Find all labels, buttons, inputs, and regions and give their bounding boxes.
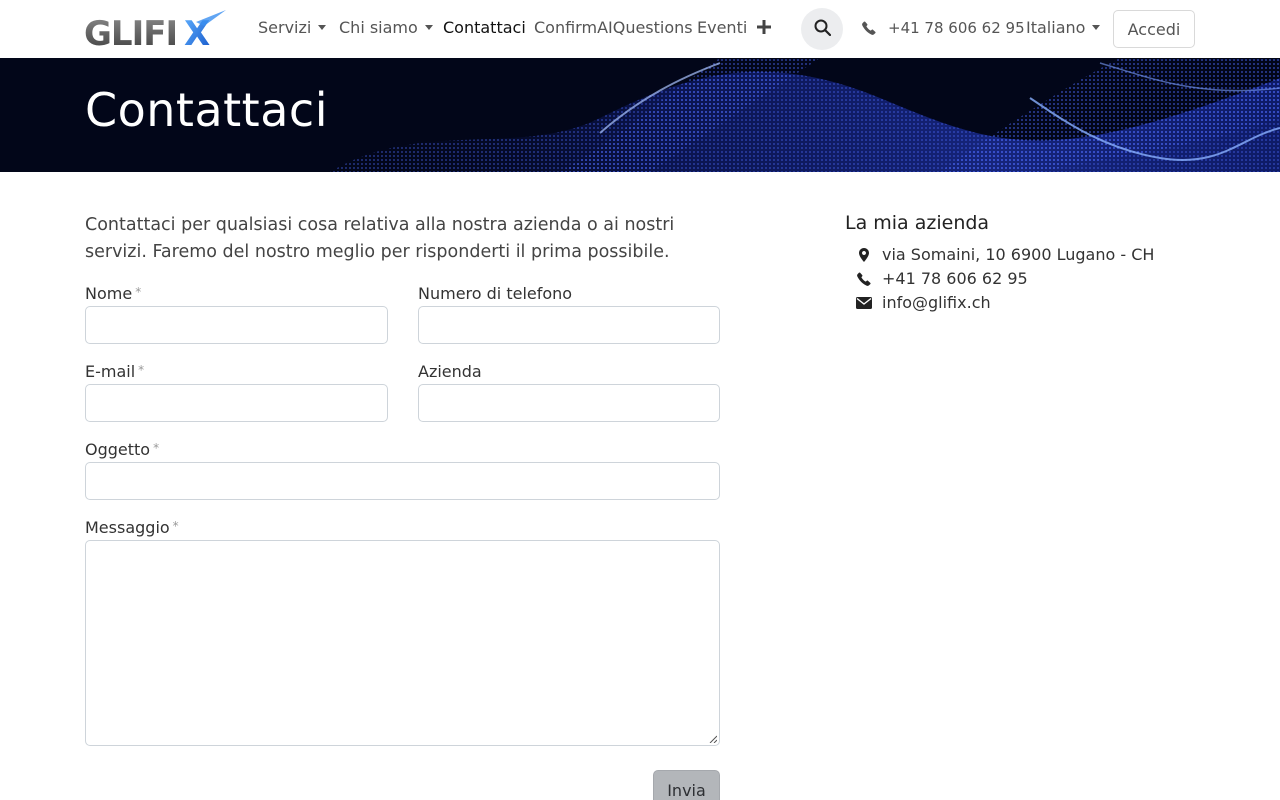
message-label-text: Messaggio xyxy=(85,518,170,537)
required-mark: * xyxy=(153,441,160,455)
subject-label: Oggetto * xyxy=(85,440,159,459)
nav-eventi-label: Eventi xyxy=(697,18,748,37)
company-phone-text: +41 78 606 62 95 xyxy=(882,269,1028,288)
email-label: E-mail * xyxy=(85,362,144,381)
header-phone-link[interactable]: +41 78 606 62 95 xyxy=(862,19,1025,37)
email-label-text: E-mail xyxy=(85,362,136,381)
page-title: Contattaci xyxy=(85,83,328,137)
search-button[interactable] xyxy=(801,8,843,50)
subject-input[interactable] xyxy=(85,462,720,500)
page-banner: Contattaci xyxy=(0,58,1280,172)
company-phone[interactable]: +41 78 606 62 95 xyxy=(855,269,1028,288)
language-selector[interactable]: Italiano xyxy=(1026,18,1101,37)
caret-down-icon xyxy=(318,25,327,30)
top-navbar: GLIFI X Servizi Chi siamo Contattaci Con… xyxy=(0,0,1280,58)
phone-input[interactable] xyxy=(418,306,720,344)
name-input[interactable] xyxy=(85,306,388,344)
caret-down-icon xyxy=(1092,25,1101,30)
header-phone-text: +41 78 606 62 95 xyxy=(888,19,1025,37)
nav-contattaci-label: Contattaci xyxy=(443,18,526,37)
svg-text:GLIFI: GLIFI xyxy=(84,14,177,48)
subject-label-text: Oggetto xyxy=(85,440,151,459)
plus-icon[interactable] xyxy=(757,19,771,38)
phone-label-text: Numero di telefono xyxy=(418,284,573,303)
message-textarea[interactable] xyxy=(85,540,720,746)
map-marker-icon xyxy=(855,247,873,263)
phone-label: Numero di telefono xyxy=(418,284,572,303)
phone-icon xyxy=(862,21,876,35)
company-address: via Somaini, 10 6900 Lugano - CH xyxy=(855,245,1154,264)
company-title: La mia azienda xyxy=(845,212,990,234)
nav-chi-siamo-label: Chi siamo xyxy=(339,18,418,37)
submit-button[interactable]: Invia xyxy=(653,770,720,800)
company-label-text: Azienda xyxy=(418,362,482,381)
envelope-icon xyxy=(855,295,873,311)
nav-chi-siamo[interactable]: Chi siamo xyxy=(339,18,433,37)
message-label: Messaggio * xyxy=(85,518,179,537)
company-email-text: info@glifix.ch xyxy=(882,293,991,312)
company-input[interactable] xyxy=(418,384,720,422)
required-mark: * xyxy=(172,519,179,533)
nav-confirmaiquestions-label: ConfirmAIQuestions xyxy=(534,18,693,37)
caret-down-icon xyxy=(424,25,433,30)
company-email[interactable]: info@glifix.ch xyxy=(855,293,991,312)
required-mark: * xyxy=(138,363,145,377)
name-label: Nome * xyxy=(85,284,141,303)
nav-confirmaiquestions[interactable]: ConfirmAIQuestions xyxy=(534,18,693,37)
glifix-logo[interactable]: GLIFI X xyxy=(84,8,229,54)
intro-text: Contattaci per qualsiasi cosa relativa a… xyxy=(85,215,675,262)
nav-eventi[interactable]: Eventi xyxy=(697,18,747,37)
phone-icon xyxy=(855,271,873,287)
resize-handle-icon[interactable] xyxy=(709,735,717,743)
nav-servizi-label: Servizi xyxy=(258,18,312,37)
name-label-text: Nome xyxy=(85,284,133,303)
email-input[interactable] xyxy=(85,384,388,422)
nav-servizi[interactable]: Servizi xyxy=(258,18,327,37)
nav-contattaci[interactable]: Contattaci xyxy=(443,18,526,37)
company-label: Azienda xyxy=(418,362,482,381)
search-icon xyxy=(814,19,831,40)
required-mark: * xyxy=(135,285,142,299)
login-button[interactable]: Accedi xyxy=(1113,10,1195,48)
language-label: Italiano xyxy=(1026,18,1086,37)
company-address-text: via Somaini, 10 6900 Lugano - CH xyxy=(882,245,1155,264)
